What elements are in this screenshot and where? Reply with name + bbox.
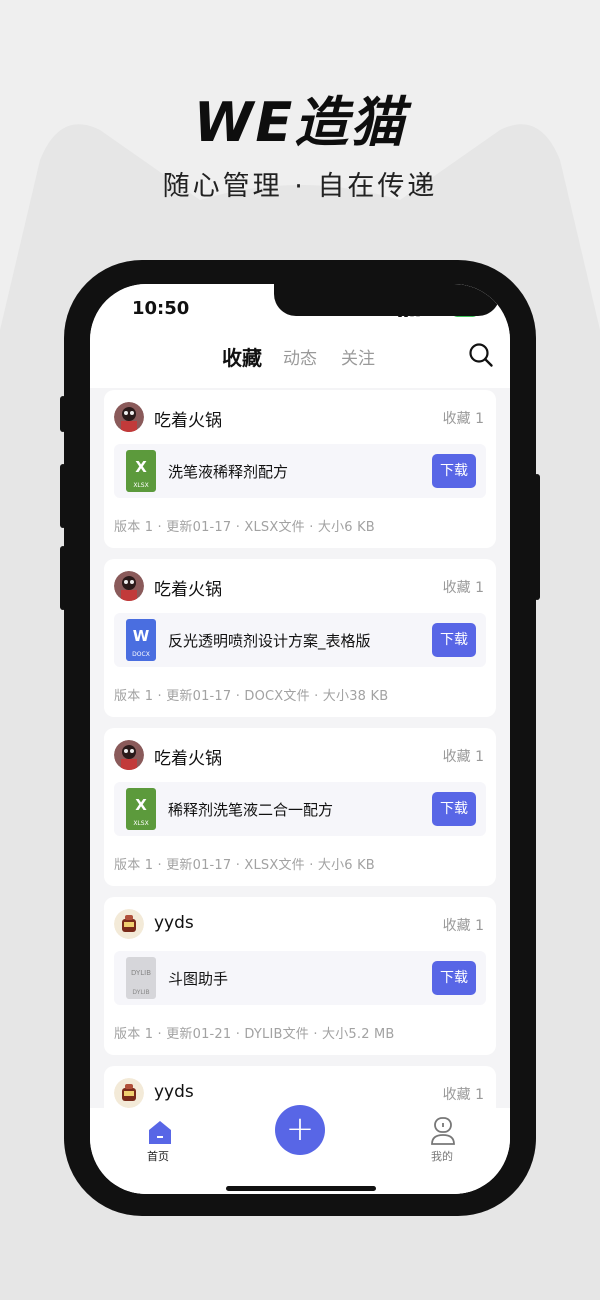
file-meta: 版本 1 · 更新01-17 · DOCX文件 · 大小38 KB [114,689,389,704]
file-meta: 版本 1 · 更新01-17 · XLSX文件 · 大小6 KB [114,858,375,873]
phone-power-button [534,474,540,600]
username[interactable]: 吃着火锅 [154,575,222,600]
username[interactable]: yyds [154,1082,194,1102]
user-avatar[interactable] [114,1078,144,1108]
phone-screen: 10:50 4G 80 收藏 动态 关注 吃着火锅 收藏 1 X [90,284,510,1194]
username[interactable]: yyds [154,913,194,933]
file-name: 斗图助手 [168,970,229,988]
phone-volume-down [60,546,66,610]
file-meta: 版本 1 · 更新01-17 · XLSX文件 · 大小6 KB [114,520,375,535]
tab-activity[interactable]: 动态 [283,344,317,369]
dylib-file-icon: DYLIB DYLIB [126,957,156,999]
file-type-letter: DYLIB [130,969,152,977]
file-card[interactable]: 吃着火锅 收藏 1 W DOCX 反光透明喷剂设计方案_表格版 下载 版本 1 … [104,559,496,717]
file-type-letter: X [135,458,147,476]
file-item[interactable]: DYLIB DYLIB 斗图助手 下载 [114,951,486,1005]
file-ext-label: DOCX [132,651,150,658]
favorite-count: 收藏 1 [442,411,484,427]
xlsx-file-icon: X XLSX [126,450,156,492]
download-button[interactable]: 下载 [432,623,476,657]
nav-home-label[interactable]: 首页 [147,1148,169,1164]
user-avatar[interactable] [114,909,144,939]
tab-following[interactable]: 关注 [341,344,375,369]
username[interactable]: 吃着火锅 [154,744,222,769]
file-item[interactable]: X XLSX 稀释剂洗笔液二合一配方 下载 [114,782,486,836]
download-button[interactable]: 下载 [432,792,476,826]
download-button[interactable]: 下载 [432,961,476,995]
bottom-nav: 首页 + 我的 [90,1105,510,1194]
favorite-count: 收藏 1 [442,580,484,596]
xlsx-file-icon: X XLSX [126,788,156,830]
favorite-count: 收藏 1 [442,1087,484,1103]
status-time: 10:50 [132,298,190,319]
brand-subtitle: 随心管理 · 自在传递 [162,171,438,202]
phone-volume-up [60,464,66,528]
download-button[interactable]: 下载 [432,454,476,488]
add-button[interactable]: + [275,1105,325,1155]
user-avatar[interactable] [114,402,144,432]
docx-file-icon: W DOCX [126,619,156,661]
file-name: 反光透明喷剂设计方案_表格版 [168,632,371,650]
username[interactable]: 吃着火锅 [154,406,222,431]
phone-mute-switch [60,396,66,432]
file-ext-label: XLSX [133,482,149,489]
file-ext-label: DYLIB [132,989,150,996]
file-card[interactable]: 吃着火锅 收藏 1 X XLSX 洗笔液稀释剂配方 下载 版本 1 · 更新01… [104,390,496,548]
profile-icon[interactable] [430,1116,456,1146]
home-indicator [226,1186,376,1191]
tab-favorites[interactable]: 收藏 [222,342,262,371]
nav-me-label[interactable]: 我的 [431,1148,453,1164]
home-icon[interactable] [146,1118,174,1146]
search-icon[interactable] [468,342,494,368]
file-name: 稀释剂洗笔液二合一配方 [168,801,334,819]
file-item[interactable]: W DOCX 反光透明喷剂设计方案_表格版 下载 [114,613,486,667]
file-type-letter: X [135,796,147,814]
file-type-letter: W [132,627,150,645]
top-tabs: 收藏 动态 关注 [90,334,510,388]
file-ext-label: XLSX [133,820,149,827]
file-meta: 版本 1 · 更新01-21 · DYLIB文件 · 大小5.2 MB [114,1027,395,1042]
user-avatar[interactable] [114,571,144,601]
brand-title: WE造猫 [193,91,407,154]
file-card[interactable]: 吃着火锅 收藏 1 X XLSX 稀释剂洗笔液二合一配方 下载 版本 1 · 更… [104,728,496,886]
file-name: 洗笔液稀释剂配方 [168,463,289,481]
user-avatar[interactable] [114,740,144,770]
favorite-count: 收藏 1 [442,918,484,934]
file-item[interactable]: X XLSX 洗笔液稀释剂配方 下载 [114,444,486,498]
file-card[interactable]: yyds 收藏 1 DYLIB DYLIB 斗图助手 下载 版本 1 · 更新0… [104,897,496,1055]
phone-notch [274,284,500,316]
favorite-count: 收藏 1 [442,749,484,765]
